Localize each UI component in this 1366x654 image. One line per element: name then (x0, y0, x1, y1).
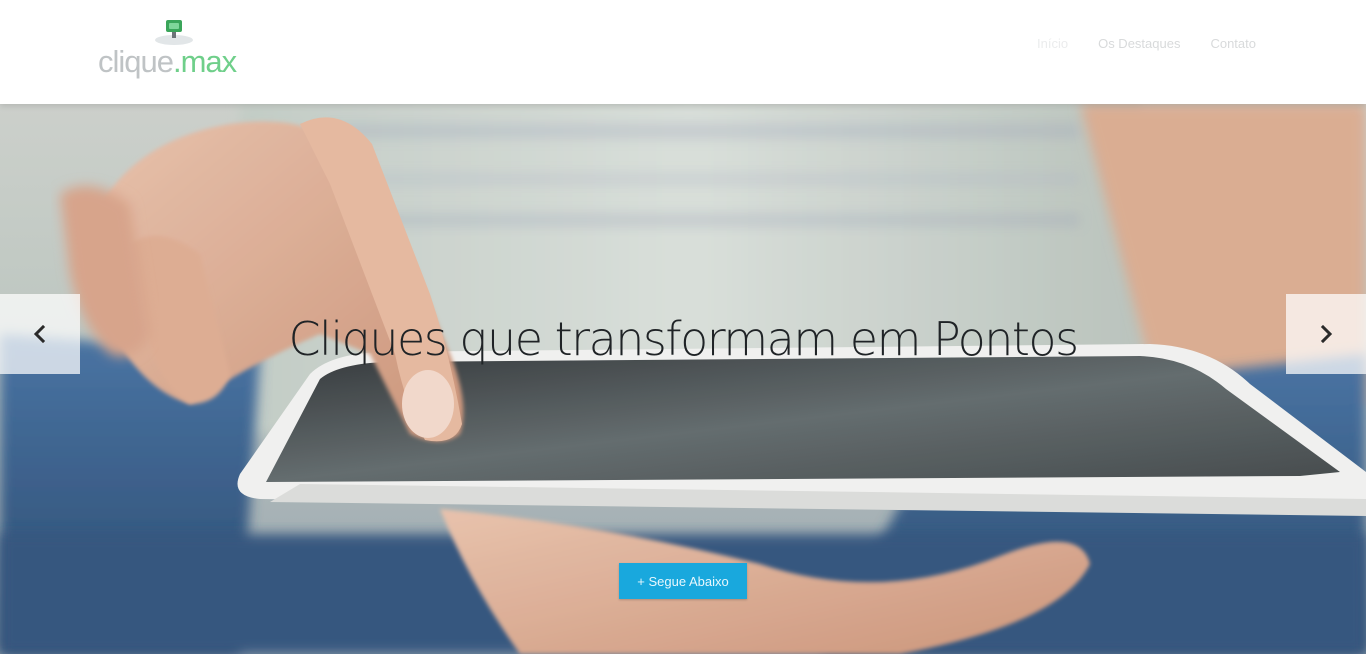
logo[interactable]: clique.max (94, 12, 246, 84)
logo-text: clique.max (98, 44, 237, 79)
chevron-left-icon (33, 325, 46, 343)
scroll-down-button[interactable]: + Segue Abaixo (619, 563, 747, 599)
logo-mark-icon (155, 20, 193, 45)
nav-link-contato[interactable]: Contato (1210, 34, 1256, 54)
nav-link-inicio[interactable]: Início (1037, 34, 1068, 54)
main-nav: Início Os Destaques Contato (1037, 34, 1256, 54)
hero-title: Cliques que transformam em Pontos (288, 312, 1079, 366)
slider-prev-button[interactable] (0, 294, 80, 374)
hero-slider: Cliques que transformam em Pontos + Segu… (0, 104, 1366, 654)
nav-link-destaques[interactable]: Os Destaques (1098, 34, 1180, 54)
chevron-right-icon (1320, 325, 1333, 343)
site-header: clique.max Início Os Destaques Contato (0, 0, 1366, 104)
slider-next-button[interactable] (1286, 294, 1366, 374)
